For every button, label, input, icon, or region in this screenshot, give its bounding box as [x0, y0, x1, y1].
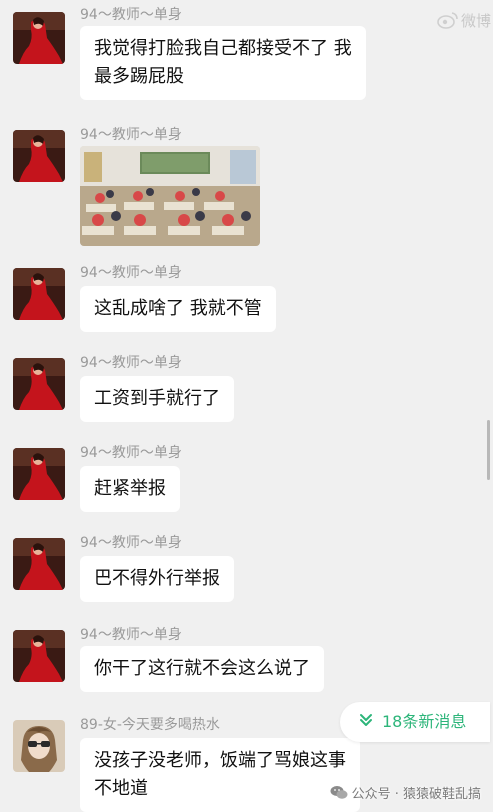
sender-name: 94～教师～单身: [80, 127, 182, 143]
sender-name: 89-女-今天要多喝热水: [80, 717, 220, 733]
wechat-watermark-text: 公众号 · 猿猿破鞋乱搞: [351, 787, 481, 802]
wechat-icon: [330, 785, 348, 804]
classroom-photo[interactable]: [80, 146, 260, 246]
message-bubble[interactable]: 我觉得打脸我自己都接受不了 我 最多踢屁股: [80, 26, 366, 100]
sender-name: 94～教师～单身: [80, 7, 182, 23]
avatar[interactable]: [13, 538, 65, 590]
avatar[interactable]: [13, 720, 65, 772]
message-bubble[interactable]: 赶紧举报: [80, 466, 180, 512]
message-line: 最多踢屁股: [94, 66, 184, 87]
message-bubble[interactable]: 巴不得外行举报: [80, 556, 234, 602]
message-bubble[interactable]: 你干了这行就不会这么说了: [80, 646, 324, 692]
avatar[interactable]: [13, 358, 65, 410]
avatar[interactable]: [13, 630, 65, 682]
new-messages-button[interactable]: 18条新消息: [340, 702, 490, 742]
sender-name: 94～教师～单身: [80, 265, 182, 281]
wechat-watermark: 公众号 · 猿猿破鞋乱搞: [330, 783, 481, 804]
avatar[interactable]: [13, 448, 65, 500]
weibo-watermark-text: 微博: [460, 12, 491, 30]
chat-area: 微博 94～教师～单身 我觉得打脸我自己都接受不了 我 最多踢屁股 94～教师～…: [0, 0, 493, 812]
weibo-watermark: 微博: [437, 10, 491, 33]
message-line: 巴不得外行举报: [94, 568, 220, 589]
avatar[interactable]: [13, 12, 65, 64]
sender-name: 94～教师～单身: [80, 535, 182, 551]
avatar[interactable]: [13, 268, 65, 320]
scrollbar[interactable]: [487, 420, 490, 480]
message-line: 没孩子没老师，饭端了骂娘这事: [94, 750, 346, 771]
sender-name: 94～教师～单身: [80, 355, 182, 371]
new-messages-label: 18条新消息: [382, 712, 467, 731]
avatar[interactable]: [13, 130, 65, 182]
sender-name: 94～教师～单身: [80, 445, 182, 461]
message-bubble[interactable]: 这乱成啥了 我就不管: [80, 286, 276, 332]
message-line: 我觉得打脸我自己都接受不了 我: [94, 38, 352, 59]
message-line: 赶紧举报: [94, 478, 166, 499]
message-line: 不地道: [94, 778, 148, 799]
message-bubble[interactable]: 工资到手就行了: [80, 376, 234, 422]
sender-name: 94～教师～单身: [80, 627, 182, 643]
message-line: 工资到手就行了: [94, 388, 220, 409]
message-line: 这乱成啥了 我就不管: [94, 298, 262, 319]
double-chevron-down-icon: [358, 703, 374, 743]
message-line: 你干了这行就不会这么说了: [94, 658, 310, 679]
message-bubble[interactable]: 没孩子没老师，饭端了骂娘这事 不地道: [80, 738, 360, 812]
weibo-icon: [437, 11, 459, 33]
